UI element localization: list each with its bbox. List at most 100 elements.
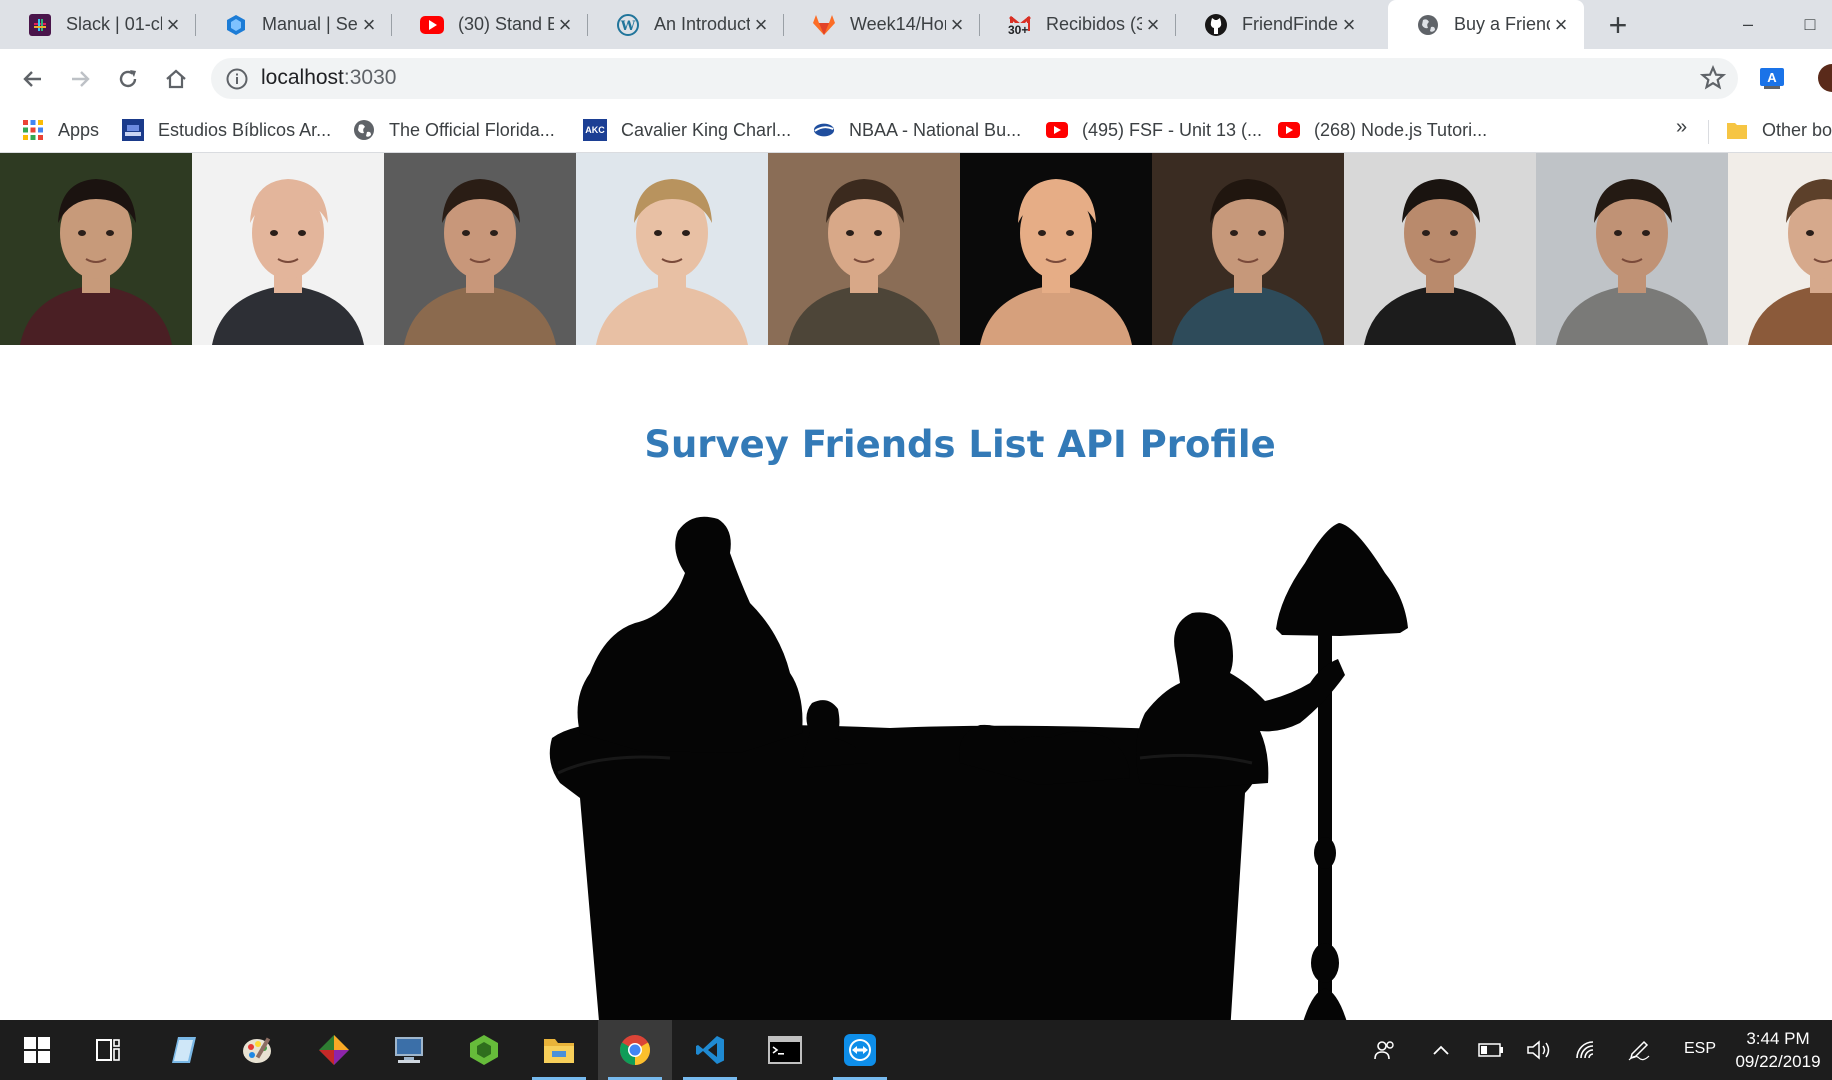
bookmarks-overflow-button[interactable]: » — [1676, 116, 1687, 139]
taskbar-vscode[interactable] — [673, 1020, 747, 1080]
snipping-app-icon — [319, 1035, 349, 1065]
tab-wordpress[interactable]: W An Introduct × — [588, 0, 784, 49]
teamviewer-app-icon — [844, 1034, 876, 1066]
taskbar-notepad[interactable] — [146, 1020, 220, 1080]
bookmark-official-florida[interactable]: The Official Florida... — [353, 116, 555, 144]
bookmark-label: Other bo — [1762, 119, 1832, 140]
bookmark-apps[interactable]: Apps — [22, 116, 99, 144]
extension-icon[interactable]: A — [1758, 64, 1786, 92]
task-view-button[interactable] — [71, 1020, 145, 1080]
taskbar-teamviewer[interactable] — [823, 1020, 897, 1080]
man-patterned-shirt-photo — [1152, 153, 1344, 345]
file-explorer-icon — [544, 1039, 574, 1063]
bookmark-estudios-biblicos[interactable]: Estudios Bíblicos Ar... — [122, 116, 331, 144]
vscode-app-icon — [696, 1036, 724, 1064]
globe-icon — [1416, 13, 1440, 37]
taskbar-chrome[interactable] — [598, 1020, 672, 1080]
man-tousled-hair-photo — [1728, 153, 1832, 345]
paint-app-icon — [243, 1037, 271, 1063]
tab-title: Buy a Friend — [1454, 14, 1550, 34]
forward-button[interactable] — [60, 59, 100, 99]
profile-avatar[interactable] — [1818, 64, 1832, 92]
taskbar-terminal[interactable] — [748, 1020, 822, 1080]
volume-button[interactable] — [1520, 1020, 1558, 1080]
show-hidden-icons-button[interactable] — [1424, 1020, 1458, 1080]
tab-gmail[interactable]: 30+ Recibidos (3! × — [980, 0, 1176, 49]
reload-button[interactable] — [108, 59, 148, 99]
arrow-left-icon — [23, 71, 41, 87]
tab-title: (30) Stand By — [458, 14, 554, 34]
wordpress-icon: W — [616, 13, 640, 37]
youtube-icon — [1278, 119, 1300, 141]
slack-icon — [28, 13, 52, 37]
maximize-button[interactable]: □ — [1792, 6, 1828, 42]
input-language[interactable]: ESP — [1684, 1040, 1716, 1058]
address-bar[interactable]: localhost:3030 — [211, 58, 1738, 99]
close-icon[interactable]: × — [946, 13, 968, 36]
system-clock[interactable]: 3:44 PM 09/22/2019 — [1732, 1027, 1824, 1073]
bookmark-cavalier-king[interactable]: AKC Cavalier King Charl... — [583, 116, 791, 144]
start-button[interactable] — [0, 1020, 74, 1080]
bookmark-other[interactable]: Other bo — [1726, 116, 1832, 144]
url-port: :3030 — [343, 66, 397, 89]
pen-workspace-button[interactable] — [1620, 1020, 1658, 1080]
battery-indicator[interactable] — [1472, 1020, 1510, 1080]
new-tab-button[interactable]: + — [1600, 8, 1636, 44]
close-icon[interactable]: × — [358, 13, 380, 36]
manual-cube-icon — [224, 13, 248, 37]
tab-github[interactable]: FriendFinder × — [1176, 0, 1372, 49]
bookmark-fsf-unit[interactable]: (495) FSF - Unit 13 (... — [1046, 116, 1262, 144]
tab-buy-a-friend[interactable]: Buy a Friend × — [1388, 0, 1584, 49]
people-button[interactable] — [1365, 1020, 1405, 1080]
minimize-button[interactable]: – — [1730, 6, 1766, 42]
chevron-up-icon — [1433, 1045, 1449, 1055]
wifi-button[interactable] — [1568, 1020, 1606, 1080]
apps-grid-icon — [22, 119, 44, 141]
battery-icon — [1478, 1043, 1503, 1057]
home-button[interactable] — [156, 59, 196, 99]
long-hair-man-photo — [384, 153, 576, 345]
taskbar-paint[interactable] — [221, 1020, 295, 1080]
close-icon[interactable]: × — [1550, 13, 1572, 36]
tab-youtube[interactable]: (30) Stand By × — [392, 0, 588, 49]
bookmark-label: Estudios Bíblicos Ar... — [158, 119, 332, 140]
close-icon[interactable]: × — [1338, 13, 1360, 36]
bookmark-nbaa[interactable]: NBAA - National Bu... — [813, 116, 1021, 144]
close-icon[interactable]: × — [162, 13, 184, 36]
man-leather-jacket-photo — [1344, 153, 1536, 345]
taskbar-node[interactable] — [447, 1020, 521, 1080]
url-text[interactable]: localhost:3030 — [261, 66, 396, 90]
bald-man-suit-photo — [192, 153, 384, 345]
taskbar-snipping[interactable] — [297, 1020, 371, 1080]
clock-date: 09/22/2019 — [1735, 1052, 1821, 1071]
youtube-icon — [420, 13, 444, 37]
bible-site-icon — [122, 119, 144, 141]
tab-gitlab[interactable]: Week14/Hor × — [784, 0, 980, 49]
star-icon[interactable] — [1700, 65, 1726, 91]
node-app-icon — [470, 1035, 498, 1065]
man-jacket-photo — [768, 153, 960, 345]
globe-icon — [353, 119, 375, 141]
bookmark-label: (495) FSF - Unit 13 (... — [1082, 119, 1263, 140]
taskbar-network[interactable] — [372, 1020, 446, 1080]
terminal-app-icon — [768, 1036, 802, 1064]
info-icon[interactable] — [225, 67, 249, 91]
tab-manual[interactable]: Manual | Sec × — [196, 0, 392, 49]
taskbar-file-explorer[interactable] — [522, 1020, 596, 1080]
tab-title: Week14/Hor — [850, 14, 946, 34]
bookmarks-bar: Apps Estudios Bíblicos Ar... The Officia… — [0, 108, 1832, 153]
browser-tab-strip: Slack | 01-cla × Manual | Sec × (30) Sta… — [0, 0, 1832, 49]
chrome-app-icon — [619, 1035, 651, 1065]
close-icon[interactable]: × — [554, 13, 576, 36]
tab-title: Slack | 01-cla — [66, 14, 162, 34]
bookmark-label: The Official Florida... — [389, 119, 555, 140]
back-button[interactable] — [13, 59, 53, 99]
windows-taskbar: ESP 3:44 PM 09/22/2019 — [0, 1020, 1832, 1080]
bookmark-nodejs-tutorial[interactable]: (268) Node.js Tutori... — [1278, 116, 1487, 144]
close-icon[interactable]: × — [750, 13, 772, 36]
close-icon[interactable]: × — [1142, 13, 1164, 36]
tab-slack[interactable]: Slack | 01-cla × — [0, 0, 196, 49]
tab-title: Recibidos (3! — [1046, 14, 1142, 34]
home-icon — [166, 69, 186, 89]
akc-icon-text: AKC — [585, 125, 605, 135]
